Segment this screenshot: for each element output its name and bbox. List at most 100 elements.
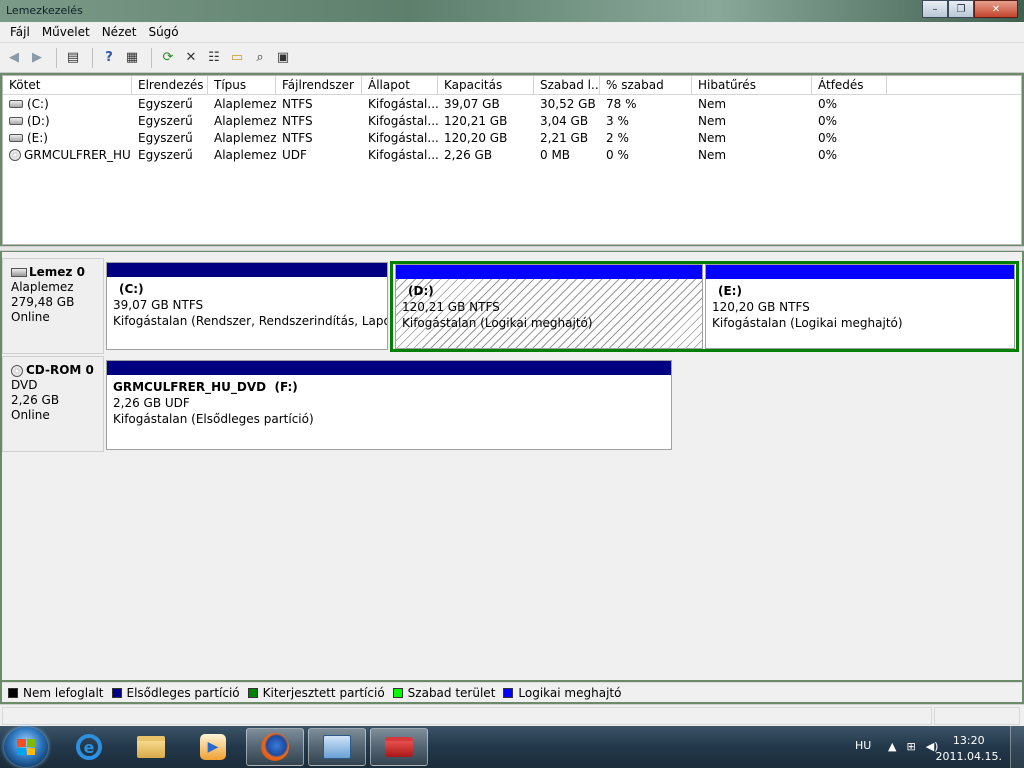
open-icon[interactable]: ▭ xyxy=(227,48,247,68)
volume-capacity: 39,07 GB xyxy=(444,96,500,111)
maximize-button[interactable]: ❐ xyxy=(948,0,974,18)
legend: Nem lefoglalt Elsődleges partíció Kiterj… xyxy=(2,682,1022,702)
taskbar-app-explorer[interactable] xyxy=(122,728,180,766)
disk-graphic-pane: Lemez 0 Alaplemez 279,48 GB Online (C:) … xyxy=(2,252,1022,680)
network-icon[interactable]: ⊞ xyxy=(906,740,915,753)
partition-color-bar xyxy=(706,265,1014,279)
help-topics-icon[interactable]: ▦ xyxy=(122,48,142,68)
legend-item: Elsődleges partíció xyxy=(111,686,240,700)
partition-status: Kifogástalan (Logikai meghajtó) xyxy=(712,316,903,330)
menu-action[interactable]: Művelet xyxy=(36,25,96,39)
refresh-icon[interactable]: ⟳ xyxy=(158,48,178,68)
disk-row: Lemez 0 Alaplemez 279,48 GB Online (C:) … xyxy=(2,258,1020,354)
toolbar: ◀ ▶ ▤ ? ▦ ⟳ ✕ ☷ ▭ ⌕ ▣ xyxy=(0,43,1024,73)
column-header-status[interactable]: Állapot xyxy=(362,76,438,94)
menu-view[interactable]: Nézet xyxy=(96,25,143,39)
volume-fault-tolerance: Nem xyxy=(698,113,727,128)
disk-status: Online xyxy=(11,310,50,324)
show-hidden-icons-icon[interactable]: ▲ xyxy=(888,740,896,753)
media-player-icon: ▶ xyxy=(200,734,226,760)
disk-size: 279,48 GB xyxy=(11,295,75,309)
clock-time: 13:20 xyxy=(952,734,985,747)
explorer-folder-icon xyxy=(137,736,165,758)
menu-help[interactable]: Súgó xyxy=(142,25,184,39)
column-header-percent-free[interactable]: % szabad xyxy=(600,76,692,94)
volume-overhead: 0% xyxy=(818,147,838,162)
legend-label: Logikai meghajtó xyxy=(518,685,622,700)
system-tray: HU ▲ ⊞ ◀) 13:20 2011.04.15. xyxy=(824,726,1024,768)
volume-layout: Egyszerű xyxy=(138,147,193,162)
volume-status: Kifogástal... xyxy=(368,130,438,145)
taskbar-app-control-panel[interactable] xyxy=(308,728,366,766)
volume-percent-free: 0 % xyxy=(606,147,629,162)
help-icon[interactable]: ? xyxy=(99,48,119,68)
disk-label[interactable]: Lemez 0 Alaplemez 279,48 GB Online xyxy=(2,258,104,354)
volume-layout: Egyszerű xyxy=(138,130,193,145)
partition-block[interactable]: (C:) 39,07 GB NTFS Kifogástalan (Rendsze… xyxy=(106,262,388,350)
toolbar-separator xyxy=(56,47,57,68)
volume-filesystem: UDF xyxy=(282,147,307,162)
start-button[interactable] xyxy=(4,727,48,767)
window-title: Lemezkezelés xyxy=(6,4,83,17)
hard-disk-icon xyxy=(11,268,27,277)
show-desktop-button[interactable] xyxy=(1010,726,1024,768)
taskbar-app-internet-explorer[interactable]: e xyxy=(60,728,118,766)
taskbar-app-firefox[interactable] xyxy=(246,728,304,766)
properties-icon[interactable]: ☷ xyxy=(204,48,224,68)
column-header-layout[interactable]: Elrendezés xyxy=(132,76,208,94)
clock[interactable]: 13:20 2011.04.15. xyxy=(936,733,1002,765)
column-header-filesystem[interactable]: Fájlrendszer xyxy=(276,76,362,94)
back-icon[interactable]: ◀ xyxy=(4,48,24,68)
language-indicator[interactable]: HU xyxy=(855,739,871,752)
partition-size-fs: 120,20 GB NTFS xyxy=(712,300,810,314)
legend-item: Kiterjesztett partíció xyxy=(247,686,385,700)
explore-icon[interactable]: ⌕ xyxy=(250,48,270,68)
volume-layout: Egyszerű xyxy=(138,113,193,128)
rescan-disks-icon[interactable]: ▣ xyxy=(273,48,293,68)
delete-icon[interactable]: ✕ xyxy=(181,48,201,68)
column-header-fault-tolerance[interactable]: Hibatűrés xyxy=(692,76,812,94)
volume-name: (C:) xyxy=(27,96,49,111)
console-tree-icon[interactable]: ▤ xyxy=(63,48,83,68)
column-header-overhead[interactable]: Átfedés xyxy=(812,76,887,94)
legend-swatch xyxy=(503,687,514,698)
column-header-free-space[interactable]: Szabad l... xyxy=(534,76,600,94)
menu-file[interactable]: Fájl xyxy=(4,25,36,39)
legend-swatch xyxy=(111,687,122,698)
volume-overhead: 0% xyxy=(818,113,838,128)
disk-type: DVD xyxy=(11,378,38,392)
table-row[interactable]: (D:) Egyszerű Alaplemez NTFS Kifogástal.… xyxy=(3,112,1021,129)
partition-block[interactable]: (D:) 120,21 GB NTFS Kifogástalan (Logika… xyxy=(395,264,703,349)
firefox-icon xyxy=(261,733,289,761)
forward-icon[interactable]: ▶ xyxy=(27,48,47,68)
partition-status: Kifogástalan (Elsődleges partíció) xyxy=(113,412,314,426)
volume-overhead: 0% xyxy=(818,96,838,111)
pane-splitter[interactable] xyxy=(0,246,1024,251)
partition-size-fs: 39,07 GB NTFS xyxy=(113,298,204,312)
computer-management-icon xyxy=(385,737,413,757)
volume-free-space: 3,04 GB xyxy=(540,113,589,128)
column-header-capacity[interactable]: Kapacitás xyxy=(438,76,534,94)
legend-label: Szabad terület xyxy=(407,685,496,700)
disk-name: CD-ROM 0 xyxy=(26,363,94,377)
close-button[interactable]: ✕ xyxy=(974,0,1018,18)
disk-label[interactable]: CD-ROM 0 DVD 2,26 GB Online xyxy=(2,356,104,452)
legend-swatch xyxy=(247,687,258,698)
column-header-type[interactable]: Típus xyxy=(208,76,276,94)
taskbar-app-computer-management[interactable] xyxy=(370,728,428,766)
legend-swatch xyxy=(8,687,18,698)
disk-name: Lemez 0 xyxy=(29,265,85,279)
partition-block[interactable]: GRMCULFRER_HU_DVD (F:) 2,26 GB UDF Kifog… xyxy=(106,360,672,450)
clock-date: 2011.04.15. xyxy=(935,750,1002,763)
table-row[interactable]: (E:) Egyszerű Alaplemez NTFS Kifogástal.… xyxy=(3,129,1021,146)
partition-status: Kifogástalan (Rendszer, Rendszerindítás,… xyxy=(113,314,387,328)
volume-fault-tolerance: Nem xyxy=(698,96,727,111)
minimize-button[interactable]: – xyxy=(922,0,948,18)
volume-type: Alaplemez xyxy=(214,96,276,111)
volume-status: Kifogástal... xyxy=(368,96,438,111)
table-row[interactable]: (C:) Egyszerű Alaplemez NTFS Kifogástal.… xyxy=(3,95,1021,112)
table-row[interactable]: GRMCULFRER_HU... Egyszerű Alaplemez UDF … xyxy=(3,146,1021,163)
taskbar-app-media-player[interactable]: ▶ xyxy=(184,728,242,766)
column-header-volume[interactable]: Kötet xyxy=(3,76,132,94)
partition-block[interactable]: (E:) 120,20 GB NTFS Kifogástalan (Logika… xyxy=(705,264,1015,349)
